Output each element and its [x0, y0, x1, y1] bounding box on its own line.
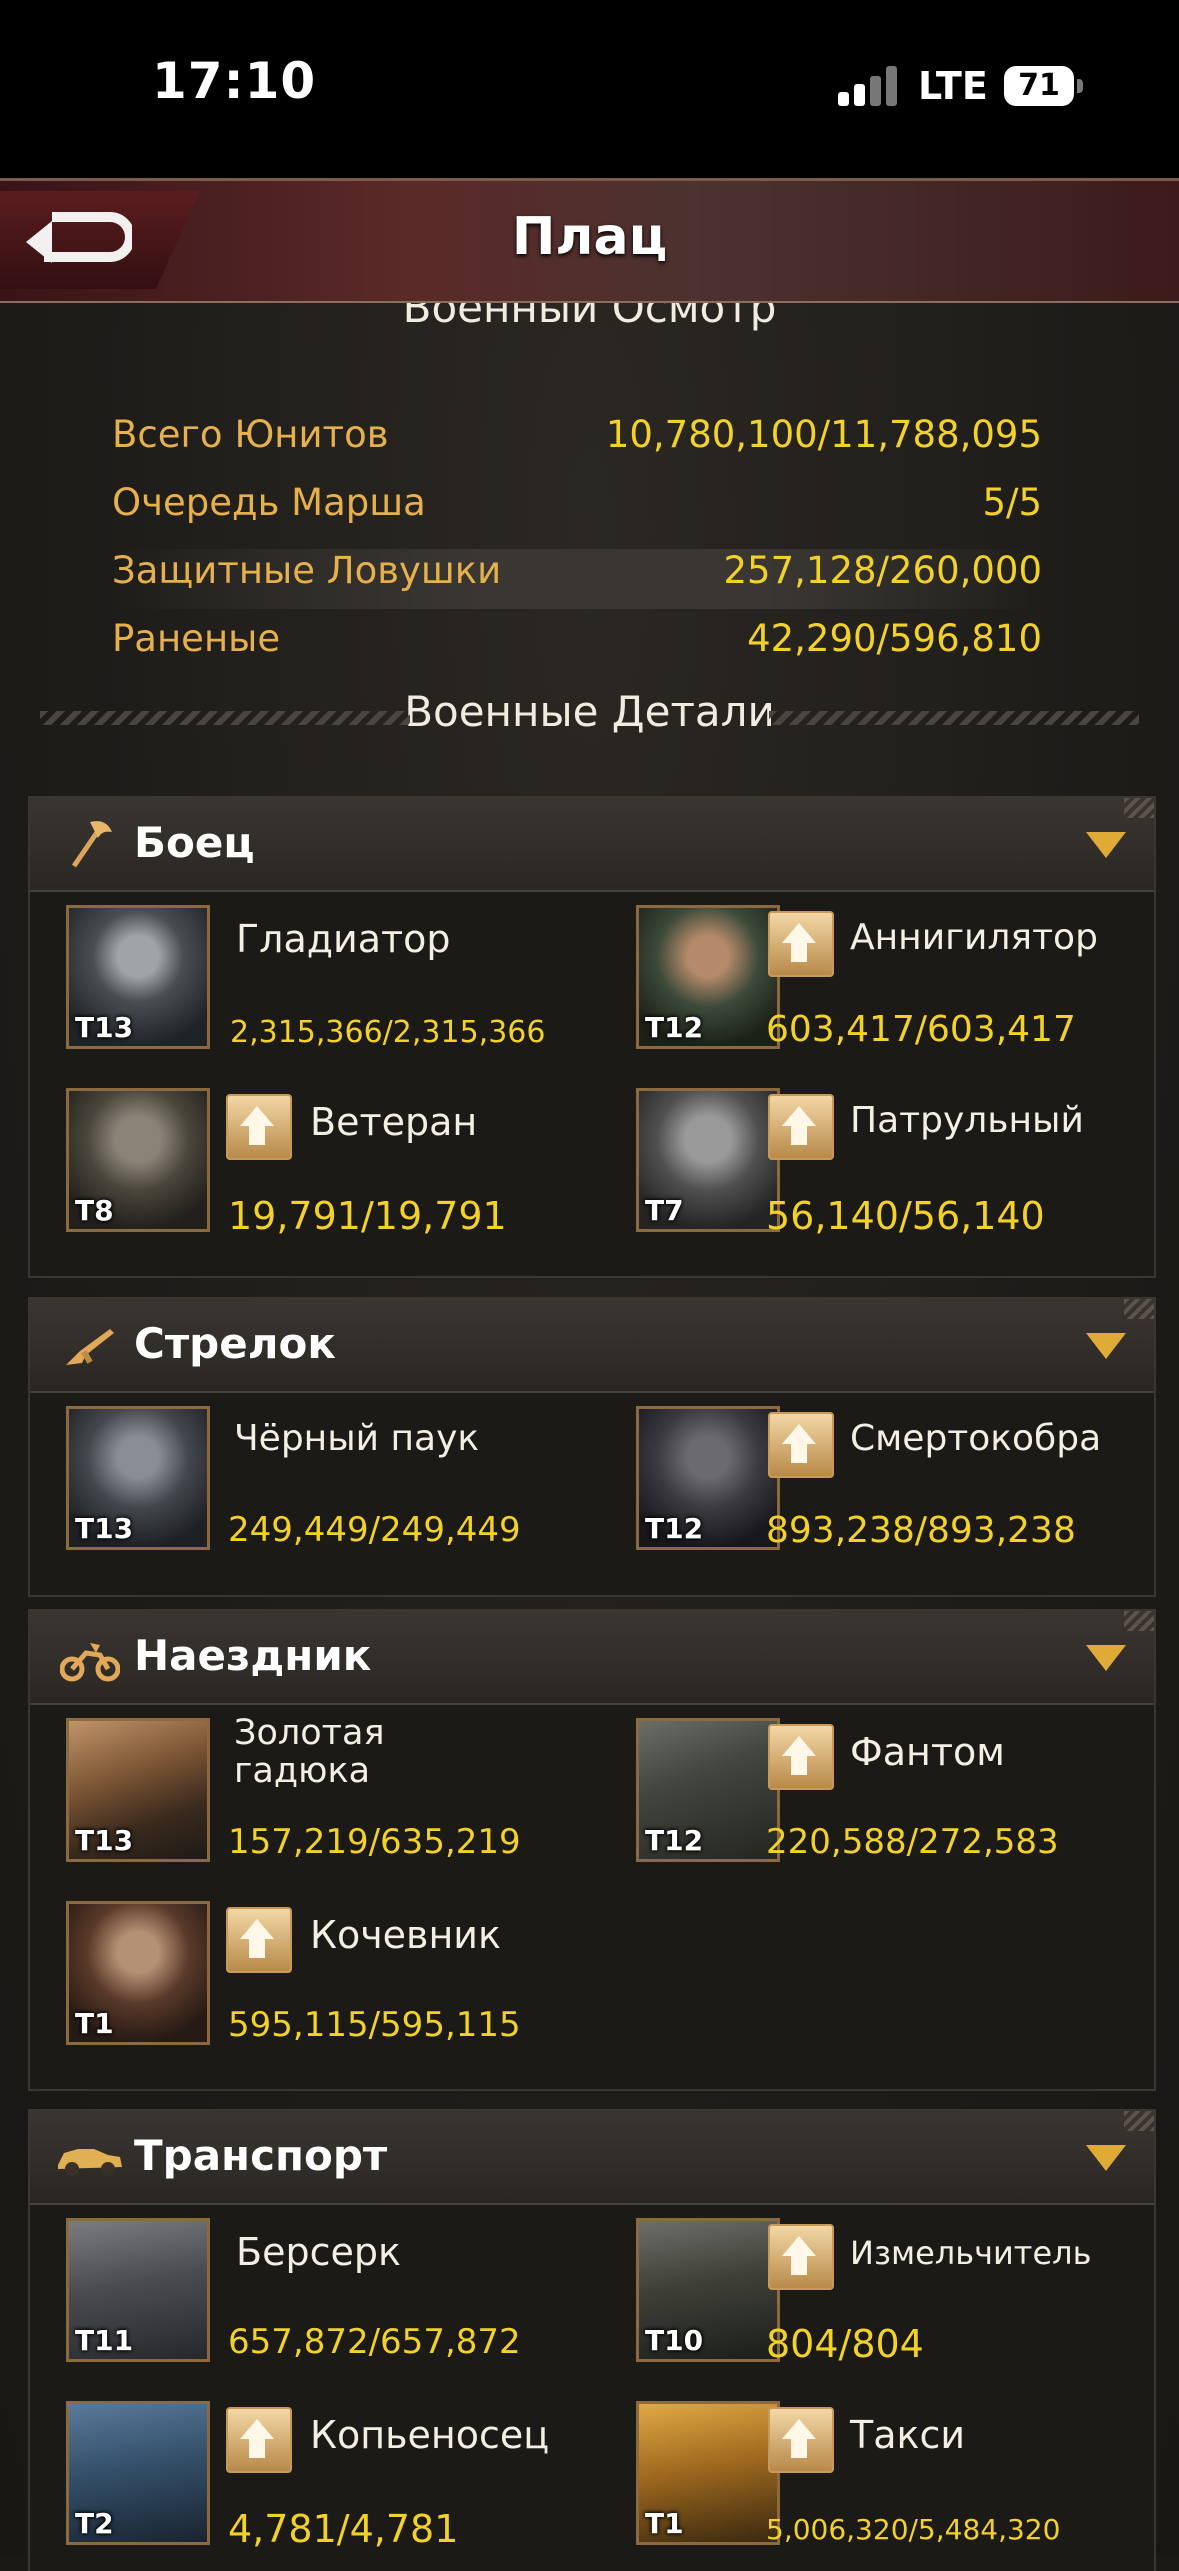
category-header-fighter[interactable]: Боец: [30, 798, 1154, 892]
category-header-shooter[interactable]: Стрелок: [30, 1299, 1154, 1393]
collapse-arrow-icon[interactable]: [1086, 832, 1126, 858]
unit-card[interactable]: T2 Копьеносец 4,781/4,781: [30, 2401, 570, 2551]
unit-portrait: T10: [636, 2218, 780, 2362]
unit-card[interactable]: T7 Патрульный 56,140/56,140: [600, 1088, 1140, 1238]
unit-portrait: T12: [636, 1718, 780, 1862]
stat-row-traps: Защитные Ловушки 257,128/260,000: [112, 549, 1042, 609]
unit-card[interactable]: T13 Чёрный паук 249,449/249,449: [30, 1406, 570, 1556]
details-heading: Военные Детали: [0, 687, 1179, 747]
unit-card[interactable]: T1 Кочевник 595,115/595,115: [30, 1901, 570, 2051]
unit-card[interactable]: T11 Берсерк 657,872/657,872: [30, 2218, 570, 2368]
upgrade-arrow-icon[interactable]: [768, 1412, 834, 1478]
stat-row-wounded: Раненые 42,290/596,810: [112, 617, 1042, 660]
unit-card[interactable]: T1 Такси 5,006,320/5,484,320: [600, 2401, 1140, 2551]
unit-portrait: T12: [636, 905, 780, 1049]
collapse-arrow-icon[interactable]: [1086, 1645, 1126, 1671]
upgrade-arrow-icon[interactable]: [768, 2224, 834, 2290]
upgrade-arrow-icon[interactable]: [768, 911, 834, 977]
category-panel-rider: Наездник T13 Золотая гадюка 157,219/635,…: [28, 1609, 1156, 2091]
collapse-arrow-icon[interactable]: [1086, 2145, 1126, 2171]
battery-icon: 71: [1004, 66, 1083, 106]
unit-card[interactable]: T10 Измельчитель 804/804: [600, 2218, 1140, 2368]
stat-row-total-units: Всего Юнитов 10,780,100/11,788,095: [112, 413, 1042, 456]
signal-icon: [838, 66, 900, 106]
top-bar: Плац: [0, 178, 1179, 306]
unit-portrait: T13: [66, 1718, 210, 1862]
unit-portrait: T12: [636, 1406, 780, 1550]
unit-portrait: T11: [66, 2218, 210, 2362]
inspection-heading: Военный Осмотр: [402, 303, 777, 332]
rifle-icon: [66, 1329, 114, 1365]
unit-portrait: T13: [66, 1406, 210, 1550]
category-panel-shooter: Стрелок T13 Чёрный паук 249,449/249,449 …: [28, 1297, 1156, 1597]
upgrade-arrow-icon[interactable]: [226, 2407, 292, 2473]
upgrade-arrow-icon[interactable]: [768, 2407, 834, 2473]
upgrade-arrow-icon[interactable]: [226, 1907, 292, 1973]
unit-card[interactable]: T8 Ветеран 19,791/19,791: [30, 1088, 570, 1238]
upgrade-arrow-icon[interactable]: [768, 1724, 834, 1790]
upgrade-arrow-icon[interactable]: [226, 1094, 292, 1160]
motorcycle-icon: [60, 1643, 120, 1682]
status-bar: 17:10 LTE 71: [0, 0, 1179, 178]
unit-card[interactable]: T12 Аннигилятор 603,417/603,417: [600, 905, 1140, 1055]
clock: 17:10: [152, 52, 317, 110]
unit-portrait: T13: [66, 905, 210, 1049]
unit-portrait: T7: [636, 1088, 780, 1232]
category-panel-transport: Транспорт T11 Берсерк 657,872/657,872 T1…: [28, 2109, 1156, 2571]
unit-card[interactable]: T12 Фантом 220,588/272,583: [600, 1718, 1140, 1868]
unit-card[interactable]: T13 Золотая гадюка 157,219/635,219: [30, 1714, 570, 1868]
category-header-transport[interactable]: Транспорт: [30, 2111, 1154, 2205]
network-type: LTE: [918, 64, 988, 108]
category-panel-fighter: Боец T13 Гладиатор 2,315,366/2,315,366 T…: [28, 796, 1156, 1278]
car-icon: [58, 2149, 122, 2176]
collapse-arrow-icon[interactable]: [1086, 1333, 1126, 1359]
stat-row-march-queue: Очередь Марша 5/5: [112, 481, 1042, 524]
unit-portrait: T1: [66, 1901, 210, 2045]
main-content: Военный Осмотр Всего Юнитов 10,780,100/1…: [0, 303, 1179, 2571]
unit-portrait: T1: [636, 2401, 780, 2545]
unit-portrait: T8: [66, 1088, 210, 1232]
category-header-rider[interactable]: Наездник: [30, 1611, 1154, 1705]
upgrade-arrow-icon[interactable]: [768, 1094, 834, 1160]
axe-icon: [71, 821, 112, 868]
unit-portrait: T2: [66, 2401, 210, 2545]
page-title: Плац: [511, 207, 668, 267]
unit-card[interactable]: T12 Смертокобра 893,238/893,238: [600, 1406, 1140, 1556]
unit-card[interactable]: T13 Гладиатор 2,315,366/2,315,366: [30, 905, 570, 1055]
